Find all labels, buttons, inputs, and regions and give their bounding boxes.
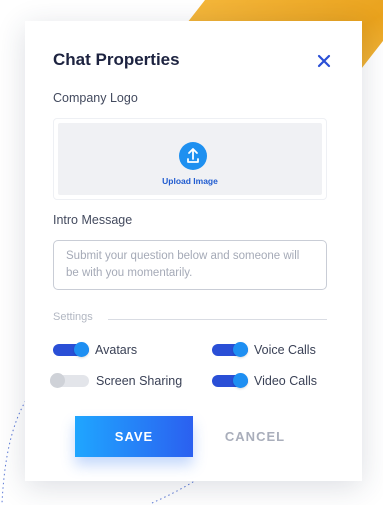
toggle-knob — [74, 342, 89, 357]
upload-icon — [179, 142, 207, 170]
toggle-knob — [233, 342, 248, 357]
save-button[interactable]: SAVE — [75, 416, 193, 457]
screen-sharing-toggle[interactable] — [50, 373, 89, 388]
settings-label: Settings — [53, 311, 93, 323]
company-logo-label: Company Logo — [53, 91, 138, 105]
intro-message-textarea[interactable]: Submit your question below and someone w… — [53, 240, 327, 290]
close-icon — [317, 54, 331, 68]
cancel-button[interactable]: CANCEL — [215, 416, 295, 457]
settings-divider: Settings — [53, 311, 327, 325]
screen-sharing-toggle-row[interactable]: Screen Sharing — [47, 373, 182, 389]
toggle-knob — [233, 373, 248, 388]
voice-calls-label: Voice Calls — [254, 343, 316, 357]
screen-sharing-label: Screen Sharing — [96, 374, 183, 388]
video-calls-toggle[interactable] — [212, 373, 248, 388]
divider-line — [108, 319, 327, 320]
upload-image-dropzone[interactable]: Upload Image — [53, 118, 327, 200]
avatars-toggle-row[interactable]: Avatars — [53, 342, 137, 358]
chat-properties-dialog: Chat Properties Company Logo Upload Imag… — [25, 21, 362, 481]
upload-image-link[interactable]: Upload Image — [58, 176, 322, 186]
voice-calls-toggle[interactable] — [212, 342, 248, 357]
avatars-label: Avatars — [95, 343, 138, 357]
video-calls-toggle-row[interactable]: Video Calls — [212, 373, 317, 389]
video-calls-label: Video Calls — [254, 374, 318, 388]
upload-image-area: Upload Image — [58, 123, 322, 195]
toggle-knob — [50, 373, 65, 388]
close-button[interactable] — [315, 52, 333, 70]
dialog-title: Chat Properties — [53, 50, 180, 69]
intro-message-label: Intro Message — [53, 213, 133, 227]
avatars-toggle[interactable] — [53, 342, 89, 357]
voice-calls-toggle-row[interactable]: Voice Calls — [212, 342, 316, 358]
